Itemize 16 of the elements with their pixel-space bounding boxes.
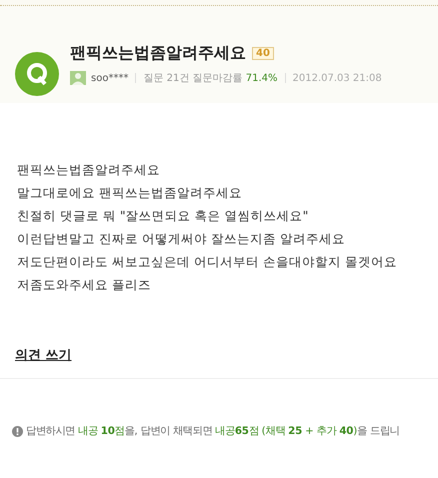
question-text-line: 친절히 댓글로 뭐 "잘쓰면되요 혹은 열씸히쓰세요" (17, 207, 310, 225)
points-badge: 40 (252, 47, 274, 60)
question-icon (15, 52, 59, 96)
question-text-line: 이런답변말고 진짜로 어떻게써야 잘쓰는지좀 알려주세요 (17, 230, 346, 248)
info-icon (12, 426, 23, 436)
question-text-line: 저도단편이라도 써보고싶은데 어디서부터 손을대야할지 몰겟어요 (17, 253, 398, 271)
avatar-icon (70, 71, 86, 85)
question-text-line: 팬픽쓰는법좀알려주세요 (17, 161, 161, 179)
question-text-line: 저좀도와주세요 플리즈 (17, 276, 152, 294)
write-comment-link[interactable]: 의견 쓰기 (15, 346, 72, 364)
question-text-line: 말그대로에요 팬픽쓰는법좀알려주세요 (17, 184, 243, 202)
post-date: 2012.07.03 21:08 (292, 72, 382, 84)
reward-notice: 답변하시면 내공 10점을, 답변이 채택되면 내공65점 (채택 25 + 추가 40)을 드립니 (26, 424, 400, 438)
question-stats: 질문 21건 질문마감률 71.4% (143, 72, 278, 85)
user-name[interactable]: soo**** (91, 72, 128, 84)
question-title: 팬픽쓰는법좀알려주세요 (70, 43, 246, 64)
